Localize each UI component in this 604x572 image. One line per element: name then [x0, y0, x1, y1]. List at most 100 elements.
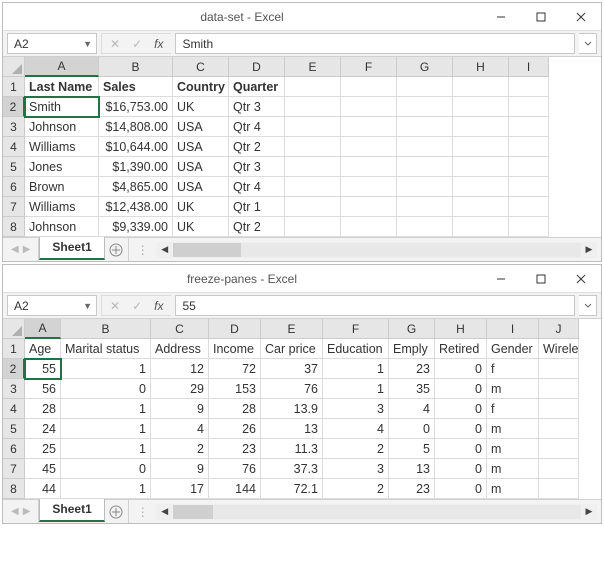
- cell[interactable]: [509, 137, 549, 157]
- cell[interactable]: 1: [61, 419, 151, 439]
- cell[interactable]: [397, 157, 453, 177]
- cell[interactable]: USA: [173, 117, 229, 137]
- scroll-right-icon[interactable]: ▶: [581, 242, 597, 258]
- cell[interactable]: 1: [323, 379, 389, 399]
- cell[interactable]: 76: [261, 379, 323, 399]
- cell[interactable]: 153: [209, 379, 261, 399]
- tab-next-icon[interactable]: ▶: [23, 506, 31, 517]
- cell[interactable]: UK: [173, 197, 229, 217]
- cell[interactable]: 13.9: [261, 399, 323, 419]
- row-header[interactable]: 6: [3, 177, 25, 197]
- col-header-i[interactable]: I: [487, 319, 539, 338]
- cell[interactable]: $9,339.00: [99, 217, 173, 237]
- col-header-a[interactable]: A: [25, 57, 99, 77]
- scroll-thumb[interactable]: [173, 505, 213, 519]
- cell[interactable]: Qtr 4: [229, 117, 285, 137]
- scroll-left-icon[interactable]: ◀: [157, 242, 173, 258]
- cell[interactable]: 144: [209, 479, 261, 499]
- row-header[interactable]: 4: [3, 137, 25, 157]
- cell[interactable]: [285, 157, 341, 177]
- scroll-thumb[interactable]: [173, 243, 241, 257]
- cell[interactable]: 0: [435, 419, 487, 439]
- cell[interactable]: 25: [25, 439, 61, 459]
- cell[interactable]: 0: [435, 479, 487, 499]
- cell[interactable]: 12: [151, 359, 209, 379]
- cell[interactable]: Qtr 4: [229, 177, 285, 197]
- col-header-g[interactable]: G: [397, 57, 453, 76]
- row-header[interactable]: 3: [3, 379, 25, 399]
- cell[interactable]: 0: [435, 399, 487, 419]
- cell[interactable]: 2: [151, 439, 209, 459]
- cell[interactable]: 4: [151, 419, 209, 439]
- cell[interactable]: [453, 177, 509, 197]
- cell[interactable]: [509, 177, 549, 197]
- cell[interactable]: $14,808.00: [99, 117, 173, 137]
- minimize-button[interactable]: [481, 3, 521, 30]
- cell[interactable]: Qtr 2: [229, 137, 285, 157]
- cell[interactable]: [539, 379, 579, 399]
- cell[interactable]: 26: [209, 419, 261, 439]
- horizontal-scrollbar[interactable]: ◀ ▶: [157, 242, 597, 258]
- cell[interactable]: USA: [173, 137, 229, 157]
- cell[interactable]: Address: [151, 339, 209, 359]
- col-header-j[interactable]: J: [539, 319, 579, 338]
- cell[interactable]: 37.3: [261, 459, 323, 479]
- select-all-button[interactable]: [3, 57, 25, 77]
- cell[interactable]: 2: [323, 439, 389, 459]
- row-header[interactable]: 6: [3, 439, 25, 459]
- row-header[interactable]: 2: [3, 359, 25, 379]
- cell[interactable]: [539, 359, 579, 379]
- maximize-button[interactable]: [521, 265, 561, 292]
- splitter-handle-icon[interactable]: ⋮: [129, 505, 157, 519]
- cell[interactable]: [285, 117, 341, 137]
- col-header-f[interactable]: F: [323, 319, 389, 338]
- cell[interactable]: f: [487, 399, 539, 419]
- cell[interactable]: 9: [151, 399, 209, 419]
- cell[interactable]: Sales: [99, 77, 173, 97]
- row-header[interactable]: 5: [3, 157, 25, 177]
- horizontal-scrollbar[interactable]: ◀ ▶: [157, 504, 597, 520]
- cell[interactable]: Qtr 3: [229, 157, 285, 177]
- cell[interactable]: 0: [61, 459, 151, 479]
- cell[interactable]: [397, 217, 453, 237]
- row-header[interactable]: 1: [3, 339, 25, 359]
- select-all-button[interactable]: [3, 319, 25, 339]
- cell[interactable]: Brown: [25, 177, 99, 197]
- cell[interactable]: Jones: [25, 157, 99, 177]
- formula-input[interactable]: Smith: [175, 33, 575, 54]
- cell[interactable]: Qtr 2: [229, 217, 285, 237]
- row-header[interactable]: 5: [3, 419, 25, 439]
- cell[interactable]: Williams: [25, 137, 99, 157]
- name-box[interactable]: A2 ▼: [7, 295, 97, 316]
- cell[interactable]: [509, 217, 549, 237]
- col-header-i[interactable]: I: [509, 57, 549, 76]
- cell[interactable]: 9: [151, 459, 209, 479]
- cell[interactable]: [509, 97, 549, 117]
- formula-input[interactable]: 55: [175, 295, 575, 316]
- cell[interactable]: 2: [323, 479, 389, 499]
- cell[interactable]: [453, 157, 509, 177]
- cell[interactable]: 4: [389, 399, 435, 419]
- cell[interactable]: 5: [389, 439, 435, 459]
- cell[interactable]: 76: [209, 459, 261, 479]
- cell[interactable]: [285, 197, 341, 217]
- cell[interactable]: 1: [61, 359, 151, 379]
- cell[interactable]: 1: [323, 359, 389, 379]
- col-header-c[interactable]: C: [151, 319, 209, 338]
- cell[interactable]: [453, 97, 509, 117]
- cell[interactable]: [539, 439, 579, 459]
- cell[interactable]: 0: [435, 439, 487, 459]
- cell[interactable]: m: [487, 479, 539, 499]
- cell[interactable]: 28: [209, 399, 261, 419]
- splitter-handle-icon[interactable]: ⋮: [129, 243, 157, 257]
- cell[interactable]: [539, 419, 579, 439]
- cell[interactable]: Johnson: [25, 117, 99, 137]
- cell[interactable]: [285, 77, 341, 97]
- sheet-tab[interactable]: Sheet1: [39, 499, 104, 522]
- row-header[interactable]: 8: [3, 479, 25, 499]
- cell[interactable]: 13: [389, 459, 435, 479]
- cell[interactable]: 35: [389, 379, 435, 399]
- close-button[interactable]: [561, 265, 601, 292]
- col-header-f[interactable]: F: [341, 57, 397, 76]
- col-header-d[interactable]: D: [229, 57, 285, 76]
